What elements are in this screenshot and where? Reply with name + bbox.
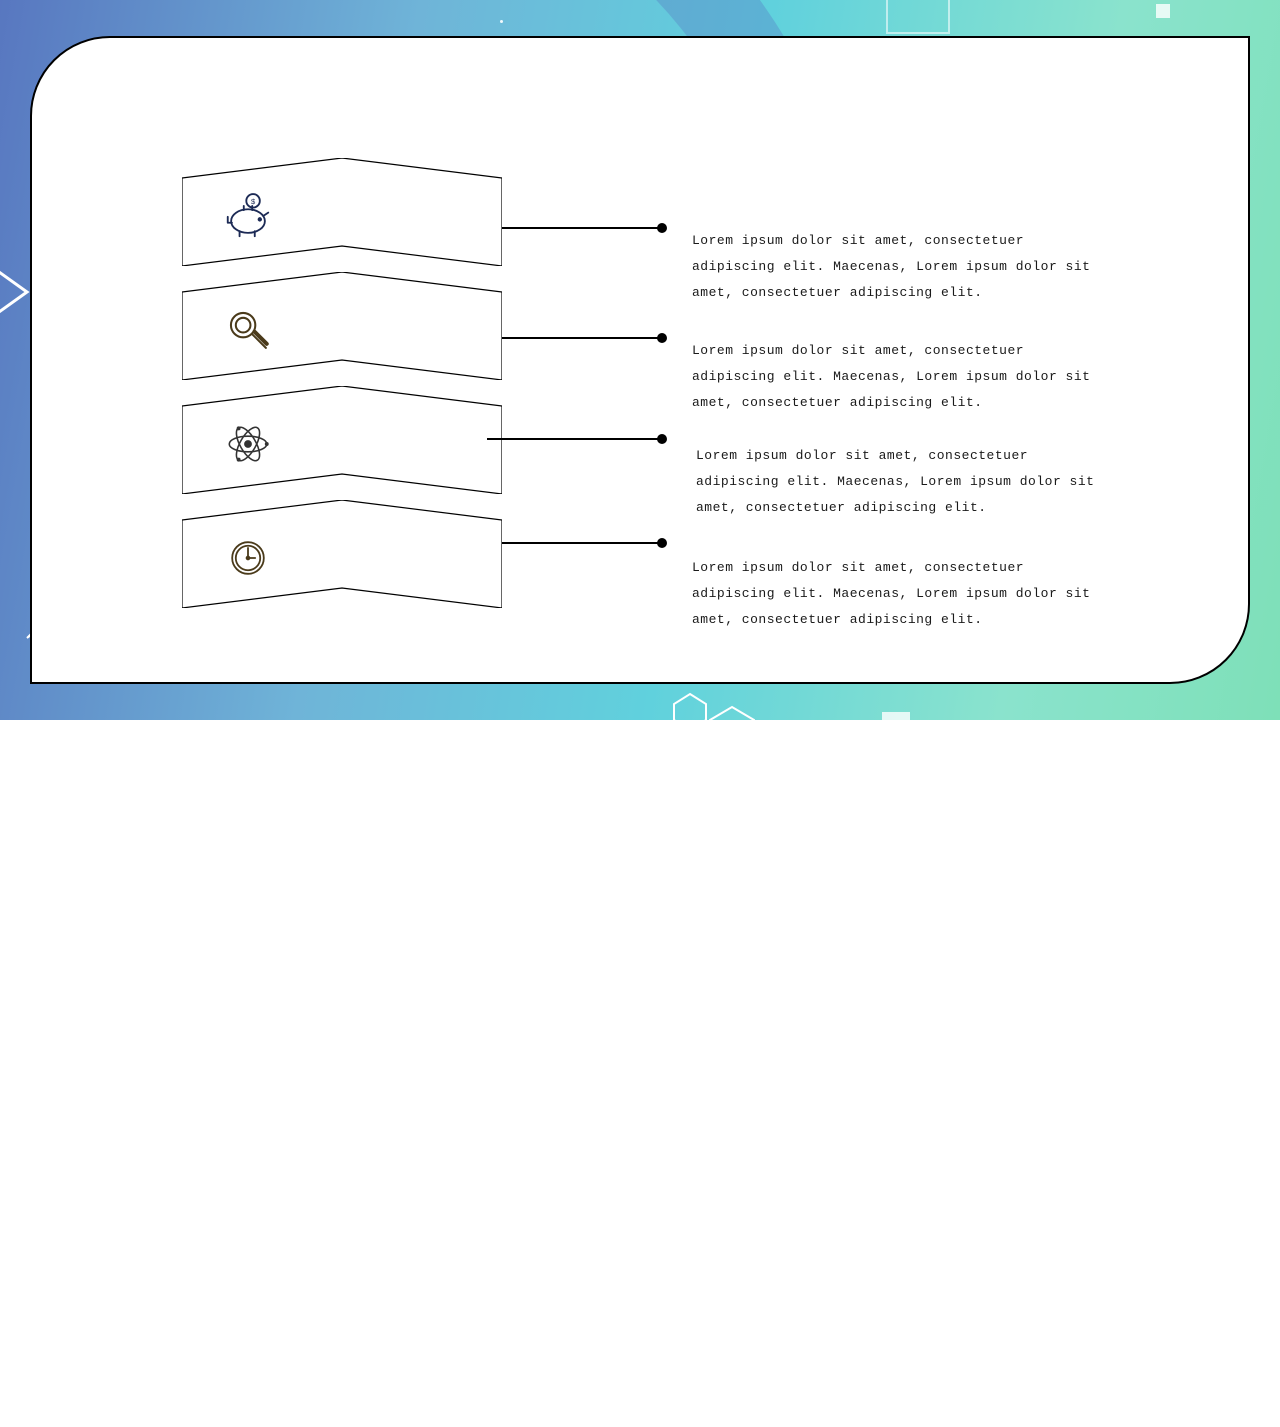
square-outline-decoration bbox=[886, 0, 950, 34]
magnifier-icon bbox=[218, 300, 278, 360]
chevron-item-3 bbox=[182, 386, 502, 494]
connector-dot bbox=[657, 223, 667, 233]
chevron-list: $ bbox=[182, 158, 502, 614]
chevron-item-4 bbox=[182, 500, 502, 608]
connector-dot bbox=[657, 434, 667, 444]
dot-decoration bbox=[500, 20, 503, 23]
hex-outline-decoration bbox=[704, 704, 760, 760]
chevron-item-1: $ bbox=[182, 158, 502, 266]
atom-icon bbox=[218, 414, 278, 474]
piggy-bank-icon: $ bbox=[218, 186, 278, 246]
connector-dot bbox=[657, 333, 667, 343]
item-text-4: Lorem ipsum dolor sit amet, consectetuer… bbox=[692, 555, 1092, 633]
connector-dot bbox=[657, 538, 667, 548]
clock-icon bbox=[218, 528, 278, 588]
content-panel: $ bbox=[30, 36, 1250, 684]
item-text-2: Lorem ipsum dolor sit amet, consectetuer… bbox=[692, 338, 1092, 416]
connector-line-4 bbox=[502, 542, 662, 544]
connector-line-1 bbox=[502, 227, 662, 229]
triangle-outline-decoration bbox=[0, 270, 33, 314]
svg-text:$: $ bbox=[251, 197, 256, 206]
item-text-3: Lorem ipsum dolor sit amet, consectetuer… bbox=[696, 443, 1096, 521]
connector-line-3 bbox=[487, 438, 662, 440]
connector-line-2 bbox=[502, 337, 662, 339]
square-decoration bbox=[882, 712, 910, 740]
chevron-item-2 bbox=[182, 272, 502, 380]
square-decoration bbox=[1156, 4, 1170, 18]
item-text-1: Lorem ipsum dolor sit amet, consectetuer… bbox=[692, 228, 1092, 306]
